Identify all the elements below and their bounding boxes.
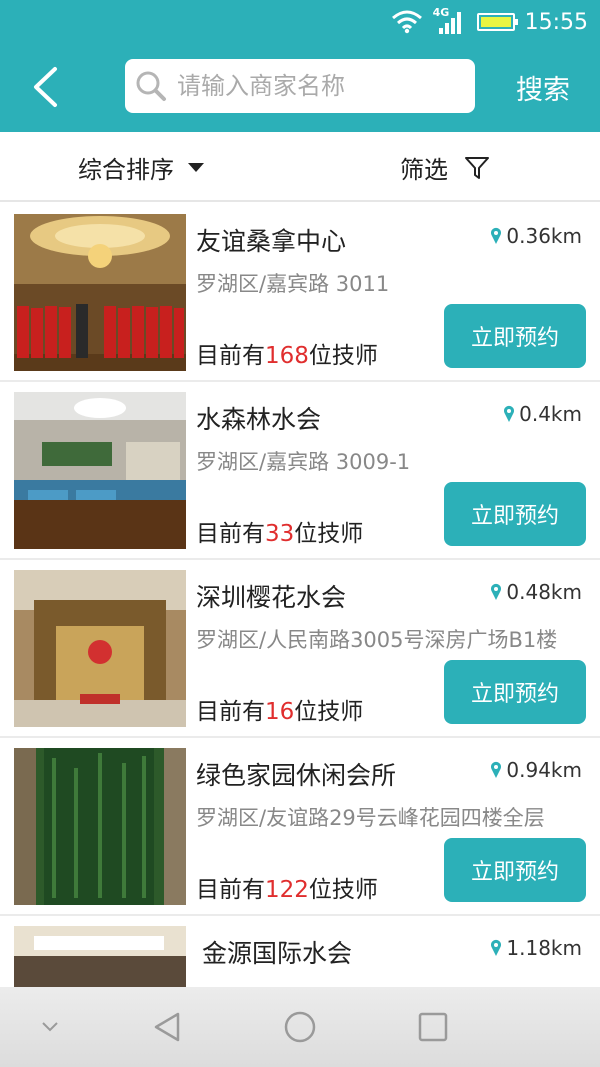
merchant-address: 罗湖区/嘉宾路 3011 [196,272,390,296]
search-input[interactable] [177,72,457,100]
merchant-address: 罗湖区/友谊路29号云峰花园四楼全层 [196,806,545,830]
location-pin-icon [491,227,502,244]
location-pin-icon [491,583,502,600]
merchant-name: 绿色家园休闲会所 [196,761,397,790]
distance: 0.94km [490,758,582,782]
system-navigation-bar [0,987,600,1067]
cellular-signal-icon: 4G [433,6,467,36]
filter-bar: 综合排序 筛选 [0,132,600,202]
wifi-icon [391,10,422,34]
technician-count: 目前有168位技师 [196,343,378,369]
distance: 0.4km [503,402,582,426]
merchant-row[interactable]: 深圳樱花水会 0.48km 罗湖区/人民南路3005号深房广场B1楼 目前有16… [0,560,600,738]
home-circle-icon[interactable] [283,1010,317,1044]
merchant-address: 罗湖区/嘉宾路 3009-1 [196,450,411,474]
merchant-photo [14,392,186,549]
caret-down-icon [188,163,204,172]
book-now-button[interactable]: 立即预约 [444,660,586,724]
distance: 1.18km [490,936,582,960]
technician-count: 目前有33位技师 [196,521,364,547]
navigation-bar: 搜索 [0,44,600,132]
merchant-address: 罗湖区/人民南路3005号深房广场B1楼 [196,628,558,652]
merchant-photo [14,214,186,371]
book-now-button[interactable]: 立即预约 [444,304,586,368]
book-now-button[interactable]: 立即预约 [444,838,586,902]
status-bar: 4G 15:55 [0,0,600,44]
sort-dropdown[interactable]: 综合排序 [78,150,204,185]
clock: 15:55 [524,9,588,35]
recents-square-icon[interactable] [417,1011,449,1043]
funnel-icon [465,156,489,179]
merchant-row[interactable]: 友谊桑拿中心 0.36km 罗湖区/嘉宾路 3011 目前有168位技师 立即预… [0,204,600,382]
filter-label: 筛选 [400,156,448,184]
search-button[interactable]: 搜索 [516,68,570,107]
merchant-name: 深圳樱花水会 [196,583,347,612]
location-pin-icon [504,405,515,422]
battery-icon [476,13,518,31]
merchant-row[interactable]: 水森林水会 0.4km 罗湖区/嘉宾路 3009-1 目前有33位技师 立即预约 [0,382,600,560]
book-now-button[interactable]: 立即预约 [444,482,586,546]
technician-count: 目前有122位技师 [196,877,378,903]
merchant-list: 友谊桑拿中心 0.36km 罗湖区/嘉宾路 3011 目前有168位技师 立即预… [0,204,600,1067]
chevron-left-icon [34,67,57,107]
distance: 0.48km [490,580,582,604]
merchant-photo [14,570,186,727]
merchant-name: 友谊桑拿中心 [196,227,347,256]
back-button[interactable] [20,62,70,112]
location-pin-icon [491,761,502,778]
merchant-photo [14,748,186,905]
search-box[interactable] [125,59,475,113]
location-pin-icon [491,939,502,956]
technician-count: 目前有16位技师 [196,699,364,725]
chevron-down-icon[interactable] [40,1021,60,1033]
merchant-name: 金源国际水会 [202,939,353,968]
merchant-name: 水森林水会 [196,405,322,434]
back-triangle-icon[interactable] [150,1010,184,1044]
distance: 0.36km [490,224,582,248]
search-icon [136,71,166,101]
sort-label: 综合排序 [78,156,174,184]
merchant-row[interactable]: 绿色家园休闲会所 0.94km 罗湖区/友谊路29号云峰花园四楼全层 目前有12… [0,738,600,916]
status-indicators: 4G 15:55 [391,6,588,38]
filter-button[interactable]: 筛选 [400,150,490,185]
